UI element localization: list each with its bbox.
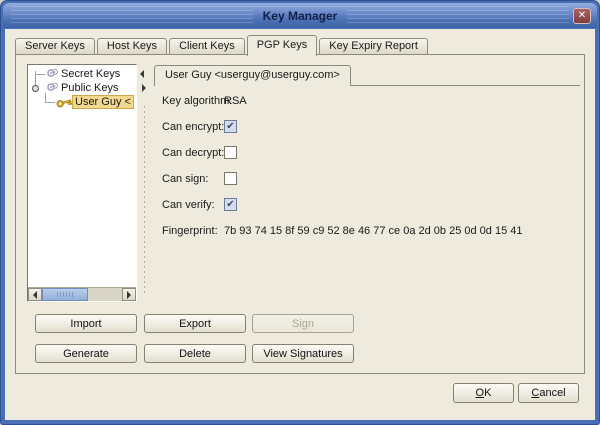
ok-button[interactable]: OK	[453, 383, 514, 403]
splitter-collapse-right-icon[interactable]	[142, 84, 146, 92]
close-icon[interactable]: ✕	[573, 8, 591, 24]
key-algorithm-value: RSA	[224, 95, 247, 107]
cancel-button-mnemonic: C	[531, 387, 539, 399]
fingerprint-value: 7b 93 74 15 8f 59 c9 52 8e 46 77 ce 0a 2…	[224, 225, 522, 237]
delete-button[interactable]: Delete	[144, 344, 246, 363]
can-encrypt-checkbox[interactable]: ✔	[224, 120, 237, 133]
tab-client-keys[interactable]: Client Keys	[169, 38, 245, 54]
key-tree: ⚙⚙ Secret Keys ⚙⚙ Public Keys	[28, 65, 136, 287]
can-sign-label: Can sign:	[162, 173, 208, 185]
can-verify-label: Can verify:	[162, 199, 215, 211]
tree-item-label: Public Keys	[61, 82, 118, 94]
cancel-button-label: ancel	[539, 387, 565, 399]
tab-key-expiry-report[interactable]: Key Expiry Report	[319, 38, 428, 54]
tree-connector-line	[45, 102, 55, 103]
window-title: Key Manager	[253, 9, 348, 23]
key-algorithm-label: Key algorithm:	[162, 95, 232, 107]
tree-connector-line	[35, 74, 45, 75]
can-decrypt-checkbox[interactable]	[224, 146, 237, 159]
fingerprint-label: Fingerprint:	[162, 225, 218, 237]
ok-button-label: K	[484, 387, 491, 399]
export-button[interactable]: Export	[144, 314, 246, 333]
tree-item-label: Secret Keys	[61, 68, 120, 80]
selected-tree-item-label: User Guy <	[72, 95, 134, 109]
titlebar[interactable]: Key Manager ✕	[3, 3, 597, 28]
can-encrypt-label: Can encrypt:	[162, 121, 224, 133]
ok-button-mnemonic: O	[476, 387, 485, 399]
key-icon	[55, 94, 74, 109]
sign-button: Sign	[252, 314, 354, 333]
scroll-left-arrow-icon[interactable]	[28, 288, 42, 301]
key-tree-panel: ⚙⚙ Secret Keys ⚙⚙ Public Keys	[27, 64, 137, 302]
dialog-content: Server Keys Host Keys Client Keys PGP Ke…	[5, 29, 595, 420]
gears-icon: ⚙⚙	[46, 82, 61, 95]
tree-horizontal-scrollbar[interactable]	[28, 287, 136, 301]
scroll-right-arrow-icon[interactable]	[122, 288, 136, 301]
can-verify-checkbox[interactable]: ✔	[224, 198, 237, 211]
tab-bar: Server Keys Host Keys Client Keys PGP Ke…	[15, 35, 428, 56]
import-button[interactable]: Import	[35, 314, 137, 333]
can-sign-checkbox[interactable]	[224, 172, 237, 185]
tree-item-user-guy[interactable]: User Guy <	[56, 95, 134, 109]
tree-item-public-keys[interactable]: ⚙⚙ Public Keys	[46, 81, 118, 95]
tab-pgp-keys[interactable]: PGP Keys	[247, 35, 318, 56]
key-detail-tab[interactable]: User Guy <userguy@userguy.com>	[154, 65, 351, 86]
tab-host-keys[interactable]: Host Keys	[97, 38, 167, 54]
can-decrypt-label: Can decrypt:	[162, 147, 224, 159]
tree-expander-icon[interactable]	[32, 85, 39, 92]
pgp-keys-tabpage: ⚙⚙ Secret Keys ⚙⚙ Public Keys	[15, 54, 585, 374]
generate-button[interactable]: Generate	[35, 344, 137, 363]
window-frame: Key Manager ✕ Server Keys Host Keys Clie…	[0, 0, 600, 425]
scrollbar-thumb[interactable]	[42, 288, 88, 301]
splitter-handle[interactable]	[140, 64, 149, 302]
cancel-button[interactable]: Cancel	[518, 383, 579, 403]
key-manager-window: Key Manager ✕ Server Keys Host Keys Clie…	[0, 0, 600, 425]
view-signatures-button[interactable]: View Signatures	[252, 344, 354, 363]
tab-server-keys[interactable]: Server Keys	[15, 38, 95, 54]
splitter-collapse-left-icon[interactable]	[140, 70, 144, 78]
